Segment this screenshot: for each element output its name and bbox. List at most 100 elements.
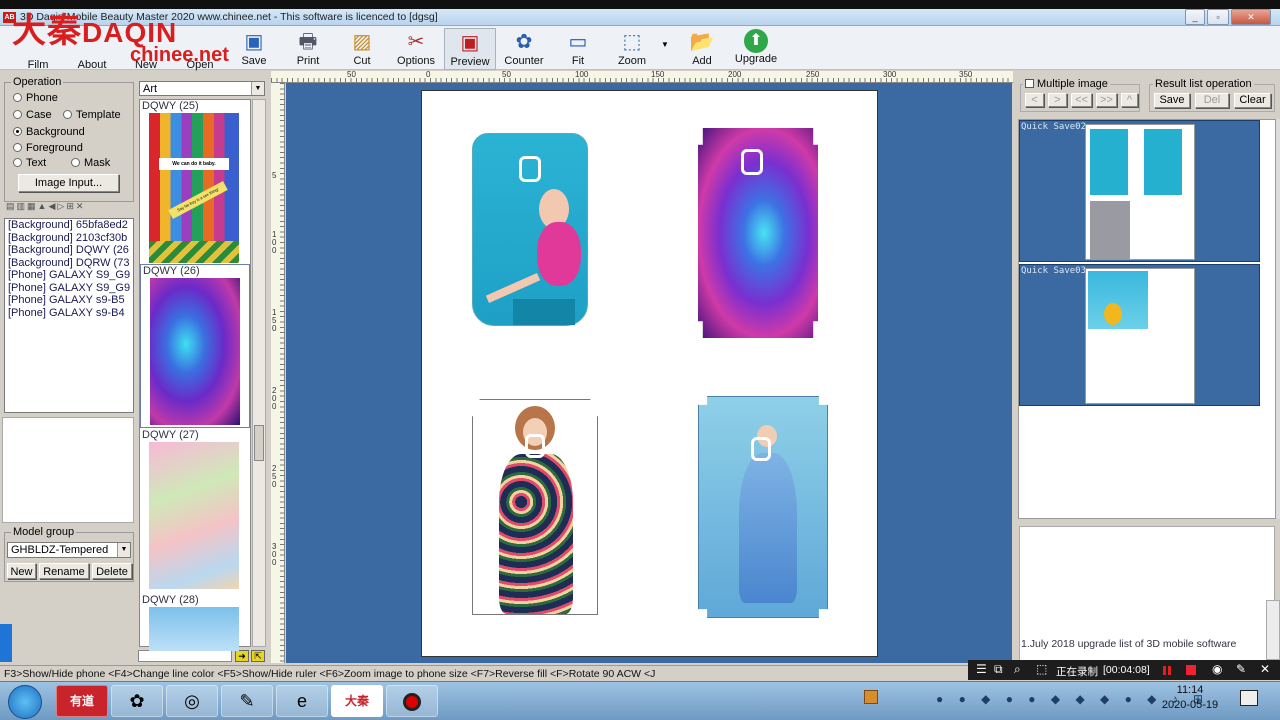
pen-app-icon[interactable]: ✎ (221, 685, 273, 717)
list-item[interactable]: [Phone] GALAXY S9_G9 (5, 269, 133, 282)
upgrade-button[interactable]: ⬆ Upgrade (730, 28, 782, 70)
align-right-icon[interactable]: ▦ (27, 201, 38, 211)
record-app-icon[interactable] (386, 685, 438, 717)
expand-icon[interactable]: ⇱ (251, 650, 265, 662)
flip-icon[interactable]: ⊞ (66, 201, 76, 211)
move-up-icon[interactable]: ▲ (38, 201, 49, 211)
search-icon[interactable]: ⌕ (1014, 662, 1021, 677)
align-center-icon[interactable]: ▥ (17, 201, 28, 211)
radio-case[interactable]: Case (13, 109, 52, 121)
nav-first-button[interactable]: << (1071, 93, 1092, 107)
preview-button[interactable]: ▣ Preview (444, 28, 496, 70)
pen-icon[interactable]: ✎ (1236, 662, 1246, 676)
print-page[interactable] (421, 90, 878, 657)
nav-last-button[interactable]: >> (1096, 93, 1117, 107)
multiple-image-checkbox[interactable]: Multiple image (1023, 78, 1110, 90)
list-item[interactable]: [Background] 2103cf30b (5, 232, 133, 245)
radio-foreground[interactable]: Foreground (13, 142, 83, 154)
radio-text[interactable]: Text (13, 157, 46, 169)
print-button[interactable]: 🖶 Print (282, 28, 334, 70)
info-scrollbar[interactable] (1266, 600, 1280, 660)
floor-pattern (149, 241, 239, 263)
notification-icon[interactable] (1240, 690, 1258, 706)
image-input-button[interactable]: Image Input... (18, 174, 119, 192)
quick-save-preview (1085, 268, 1195, 404)
result-save-button[interactable]: Save (1154, 93, 1190, 108)
nav-prev-button[interactable]: < (1025, 93, 1044, 107)
model-delete-button[interactable]: Delete (92, 563, 132, 579)
zoom-button[interactable]: ⬚ Zoom (606, 28, 658, 70)
phone-skin-1[interactable] (472, 133, 588, 326)
youdao-app[interactable]: 有道 (56, 685, 108, 717)
region-icon[interactable]: ⬚ (1036, 662, 1047, 676)
window-icon[interactable]: ⧉ (994, 662, 1003, 677)
model-group-select[interactable]: GHBLDZ-Tempered ▼ (7, 542, 131, 558)
close-icon[interactable]: ✕ (1260, 662, 1270, 676)
add-button[interactable]: 📂 Add (676, 28, 728, 70)
arrow-right-icon[interactable]: ➜ (235, 650, 249, 662)
scroll-thumb[interactable] (254, 425, 264, 461)
clock-date: 2020-05-19 (1161, 699, 1219, 711)
stop-icon[interactable] (1186, 665, 1196, 675)
model-rename-button[interactable]: Rename (39, 563, 89, 579)
library-scrollbar[interactable] (252, 99, 266, 647)
result-clear-button[interactable]: Clear (1234, 93, 1271, 108)
counter-button[interactable]: ✿ Counter (498, 28, 550, 70)
cut-picture-icon: ▨ (352, 31, 372, 53)
result-del-button[interactable]: Del (1195, 93, 1229, 108)
result-scrollbar[interactable] (1276, 119, 1280, 519)
radio-template[interactable]: Template (63, 109, 121, 121)
options-button[interactable]: ✂ Options (390, 28, 442, 70)
start-button[interactable] (8, 685, 42, 719)
radio-phone[interactable]: Phone (13, 92, 58, 104)
minimize-button[interactable]: _ (1185, 9, 1205, 25)
phone-skin-4[interactable] (698, 396, 828, 618)
list-item[interactable]: [Phone] GALAXY s9-B4 (5, 307, 133, 320)
layer-tools-row: ▤▥▦▲◀▷⊞✕ (6, 201, 132, 215)
result-list-group: Result list operation Save Del Clear (1149, 78, 1275, 112)
thumbnail-item[interactable]: DQWY (25) We can do it baby. Say No boy … (140, 100, 250, 263)
preview-blank (2, 417, 134, 523)
restore-button[interactable]: ▫ (1207, 9, 1229, 25)
chrome-icon[interactable]: ◎ (166, 685, 218, 717)
menu-icon[interactable]: ☰ (976, 662, 987, 676)
list-item[interactable]: [Phone] GALAXY S9_G9 (5, 282, 133, 295)
mini-skin (1090, 129, 1128, 195)
zoom-dropdown-arrow-icon[interactable]: ▼ (661, 40, 669, 49)
save-button[interactable]: ▣ Save (228, 28, 280, 70)
upgrade-info-text: 1.July 2018 upgrade list of 3D mobile so… (1021, 638, 1237, 650)
daqin-app[interactable]: 大秦 (331, 685, 383, 717)
move-right-icon[interactable]: ▷ (57, 201, 66, 211)
close-button[interactable]: ✕ (1231, 9, 1271, 25)
nav-up-button[interactable]: ^ (1121, 93, 1138, 107)
thumbnail-item[interactable]: DQWY (28) (140, 594, 250, 651)
library-category-select[interactable]: Art ▼ (139, 81, 265, 96)
nav-next-button[interactable]: > (1048, 93, 1067, 107)
phone-skin-2[interactable] (698, 128, 818, 338)
list-item[interactable]: [Background] 65bfa8ed2 (5, 219, 133, 232)
browser-icon[interactable]: e (276, 685, 328, 717)
layer-list[interactable]: [Background] 65bfa8ed2 [Background] 2103… (4, 218, 134, 413)
radio-mask[interactable]: Mask (71, 157, 110, 169)
list-item[interactable]: [Phone] GALAXY s9-B5 (5, 294, 133, 307)
list-item[interactable]: [Background] DQWY (26 (5, 244, 133, 257)
thumbnail-item-selected[interactable]: DQWY (26) (140, 264, 250, 428)
quick-save-item[interactable]: Quick Save02 (1019, 120, 1260, 262)
tray-app-icon[interactable] (864, 690, 878, 704)
model-new-button[interactable]: New (7, 563, 36, 579)
align-left-icon[interactable]: ▤ (6, 201, 17, 211)
photo-app-icon[interactable]: ✿ (111, 685, 163, 717)
cut-button[interactable]: ▨ Cut (336, 28, 388, 70)
radio-background[interactable]: Background (13, 126, 85, 138)
delete-layer-icon[interactable]: ✕ (76, 201, 86, 211)
fit-button[interactable]: ▭ Fit (552, 28, 604, 70)
banner-text: We can do it baby. (159, 158, 229, 170)
phone-skin-3[interactable] (472, 399, 598, 615)
thumbnail-item[interactable]: DQWY (27) (140, 429, 250, 589)
pause-icon[interactable] (1163, 666, 1166, 675)
library-search[interactable] (138, 650, 232, 662)
list-item[interactable]: [Background] DQRW (73 (5, 257, 133, 270)
side-tab[interactable] (0, 624, 12, 662)
camera-icon[interactable]: ◉ (1212, 662, 1222, 676)
quick-save-item[interactable]: Quick Save03 (1019, 264, 1260, 406)
